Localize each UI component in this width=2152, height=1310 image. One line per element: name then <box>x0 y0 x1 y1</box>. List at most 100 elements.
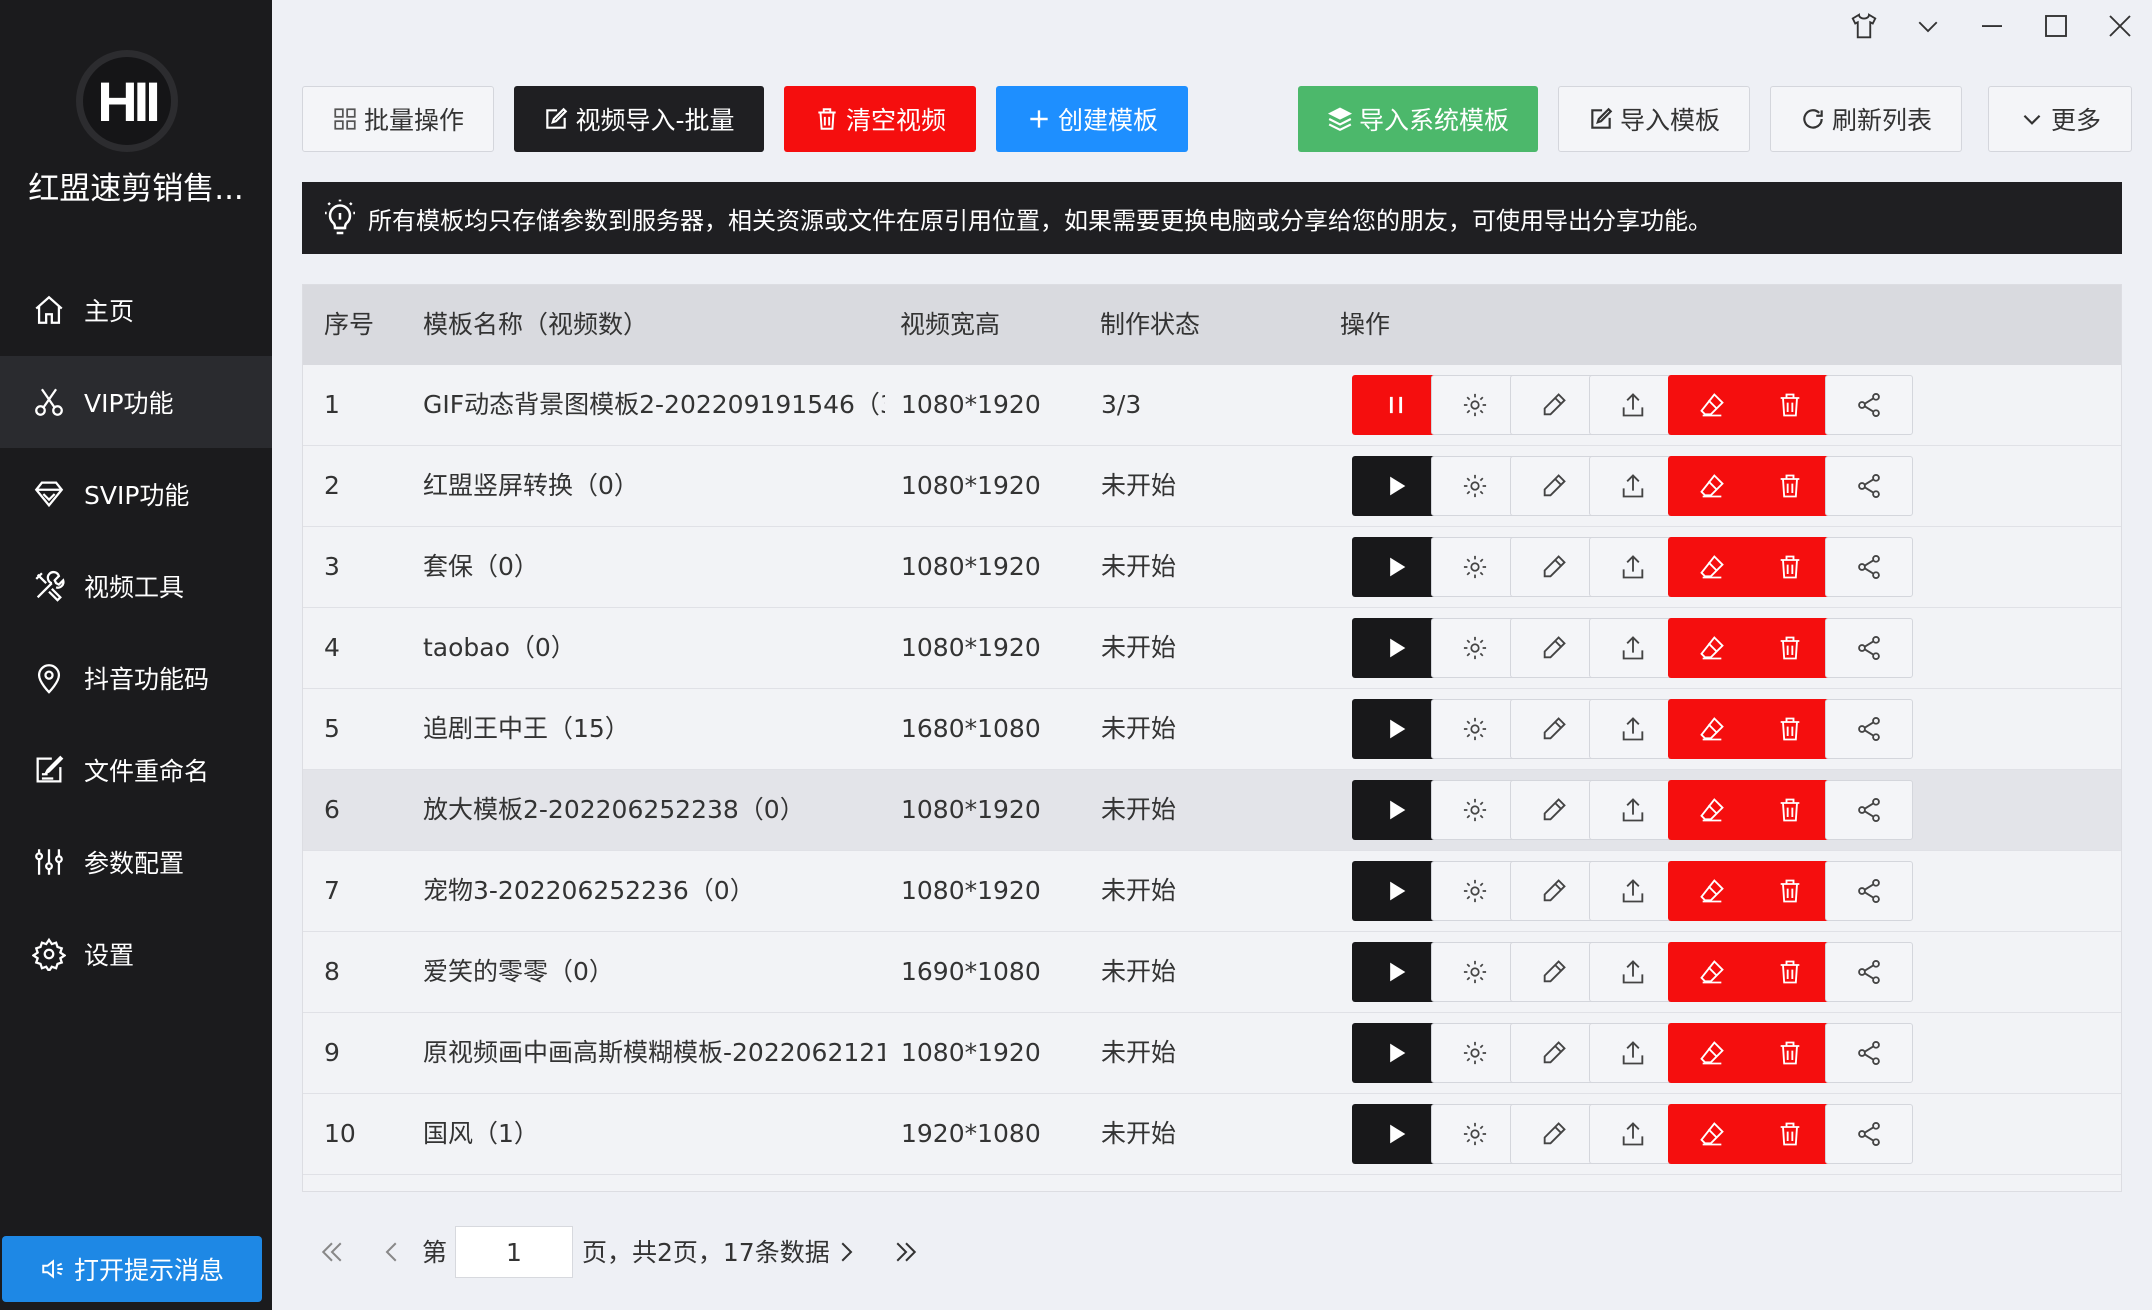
clear-button[interactable] <box>1668 1104 1756 1164</box>
clear-video-button[interactable]: 清空视频 <box>784 86 976 152</box>
maximize-button[interactable] <box>2032 6 2080 46</box>
play-button[interactable] <box>1352 456 1440 516</box>
sidebar-item-douyin-code[interactable]: 抖音功能码 <box>0 632 272 724</box>
play-button[interactable] <box>1352 942 1440 1002</box>
export-button[interactable] <box>1589 537 1677 597</box>
delete-button[interactable] <box>1746 861 1834 921</box>
sidebar-item-vip[interactable]: VIP功能 <box>0 356 272 448</box>
dropdown-button[interactable] <box>1904 6 1952 46</box>
clear-button[interactable] <box>1668 1023 1756 1083</box>
share-button[interactable] <box>1825 1104 1913 1164</box>
clear-button[interactable] <box>1668 780 1756 840</box>
play-button[interactable] <box>1352 1023 1440 1083</box>
delete-button[interactable] <box>1746 780 1834 840</box>
minimize-button[interactable] <box>1968 6 2016 46</box>
batch-operation-button[interactable]: 批量操作 <box>302 86 494 152</box>
create-template-button[interactable]: 创建模板 <box>996 86 1188 152</box>
sidebar-item-svip[interactable]: SVIP功能 <box>0 448 272 540</box>
sidebar-item-settings[interactable]: 设置 <box>0 908 272 1000</box>
edit-button[interactable] <box>1510 699 1598 759</box>
settings-button[interactable] <box>1431 942 1519 1002</box>
table-row[interactable]: 7 宠物3-202206252236（0） 1080*1920 未开始 <box>303 851 2121 932</box>
delete-button[interactable] <box>1746 618 1834 678</box>
share-button[interactable] <box>1825 699 1913 759</box>
export-button[interactable] <box>1589 456 1677 516</box>
settings-button[interactable] <box>1431 1023 1519 1083</box>
sidebar-item-params[interactable]: 参数配置 <box>0 816 272 908</box>
pause-button[interactable] <box>1352 375 1440 435</box>
clear-button[interactable] <box>1668 699 1756 759</box>
export-button[interactable] <box>1589 618 1677 678</box>
open-notifications-button[interactable]: 打开提示消息 <box>2 1236 262 1302</box>
settings-button[interactable] <box>1431 537 1519 597</box>
clear-button[interactable] <box>1668 618 1756 678</box>
settings-button[interactable] <box>1431 618 1519 678</box>
clear-button[interactable] <box>1668 456 1756 516</box>
share-button[interactable] <box>1825 618 1913 678</box>
export-button[interactable] <box>1589 942 1677 1002</box>
play-button[interactable] <box>1352 780 1440 840</box>
import-system-template-button[interactable]: 导入系统模板 <box>1298 86 1538 152</box>
delete-button[interactable] <box>1746 1023 1834 1083</box>
share-button[interactable] <box>1825 456 1913 516</box>
export-button[interactable] <box>1589 1023 1677 1083</box>
share-button[interactable] <box>1825 780 1913 840</box>
play-button[interactable] <box>1352 1104 1440 1164</box>
sidebar-item-file-rename[interactable]: 文件重命名 <box>0 724 272 816</box>
settings-button[interactable] <box>1431 456 1519 516</box>
edit-button[interactable] <box>1510 375 1598 435</box>
play-button[interactable] <box>1352 861 1440 921</box>
settings-button[interactable] <box>1431 375 1519 435</box>
share-button[interactable] <box>1825 942 1913 1002</box>
export-button[interactable] <box>1589 1104 1677 1164</box>
clear-button[interactable] <box>1668 537 1756 597</box>
import-template-button[interactable]: 导入模板 <box>1558 86 1750 152</box>
edit-button[interactable] <box>1510 618 1598 678</box>
edit-button[interactable] <box>1510 537 1598 597</box>
share-button[interactable] <box>1825 375 1913 435</box>
table-row[interactable]: 10 国风（1） 1920*1080 未开始 <box>303 1094 2121 1175</box>
refresh-list-button[interactable]: 刷新列表 <box>1770 86 1962 152</box>
settings-button[interactable] <box>1431 699 1519 759</box>
edit-button[interactable] <box>1510 1023 1598 1083</box>
delete-button[interactable] <box>1746 375 1834 435</box>
edit-button[interactable] <box>1510 456 1598 516</box>
delete-button[interactable] <box>1746 456 1834 516</box>
delete-button[interactable] <box>1746 1104 1834 1164</box>
export-button[interactable] <box>1589 699 1677 759</box>
export-button[interactable] <box>1589 375 1677 435</box>
next-page-button[interactable] <box>826 1232 866 1272</box>
first-page-button[interactable] <box>312 1232 352 1272</box>
skin-button[interactable] <box>1840 6 1888 46</box>
share-button[interactable] <box>1825 537 1913 597</box>
settings-button[interactable] <box>1431 1104 1519 1164</box>
export-button[interactable] <box>1589 861 1677 921</box>
table-row[interactable]: 8 爱笑的零零（0） 1690*1080 未开始 <box>303 932 2121 1013</box>
table-row[interactable]: 6 放大模板2-202206252238（0） 1080*1920 未开始 <box>303 770 2121 851</box>
import-video-batch-button[interactable]: 视频导入-批量 <box>514 86 764 152</box>
table-row[interactable]: 3 套保（0） 1080*1920 未开始 <box>303 527 2121 608</box>
sidebar-item-home[interactable]: 主页 <box>0 264 272 356</box>
clear-button[interactable] <box>1668 861 1756 921</box>
settings-button[interactable] <box>1431 861 1519 921</box>
edit-button[interactable] <box>1510 861 1598 921</box>
share-button[interactable] <box>1825 1023 1913 1083</box>
table-row[interactable]: 5 追剧王中王（15） 1680*1080 未开始 <box>303 689 2121 770</box>
table-row[interactable]: 2 红盟竖屏转换（0） 1080*1920 未开始 <box>303 446 2121 527</box>
clear-button[interactable] <box>1668 942 1756 1002</box>
delete-button[interactable] <box>1746 942 1834 1002</box>
sidebar-item-video-tools[interactable]: 视频工具 <box>0 540 272 632</box>
clear-button[interactable] <box>1668 375 1756 435</box>
table-row[interactable]: 1 GIF动态背景图模板2-202209191546（3） 1080*1920 3/3 <box>303 365 2121 446</box>
table-row[interactable]: 9 原视频画中画高斯模糊模板-20220621214 1080*1920 未开始 <box>303 1013 2121 1094</box>
share-button[interactable] <box>1825 861 1913 921</box>
more-button[interactable]: 更多 <box>1988 86 2132 152</box>
export-button[interactable] <box>1589 780 1677 840</box>
table-row[interactable]: 4 taobao（0） 1080*1920 未开始 <box>303 608 2121 689</box>
close-button[interactable] <box>2096 6 2144 46</box>
edit-button[interactable] <box>1510 780 1598 840</box>
edit-button[interactable] <box>1510 942 1598 1002</box>
play-button[interactable] <box>1352 537 1440 597</box>
delete-button[interactable] <box>1746 699 1834 759</box>
play-button[interactable] <box>1352 618 1440 678</box>
